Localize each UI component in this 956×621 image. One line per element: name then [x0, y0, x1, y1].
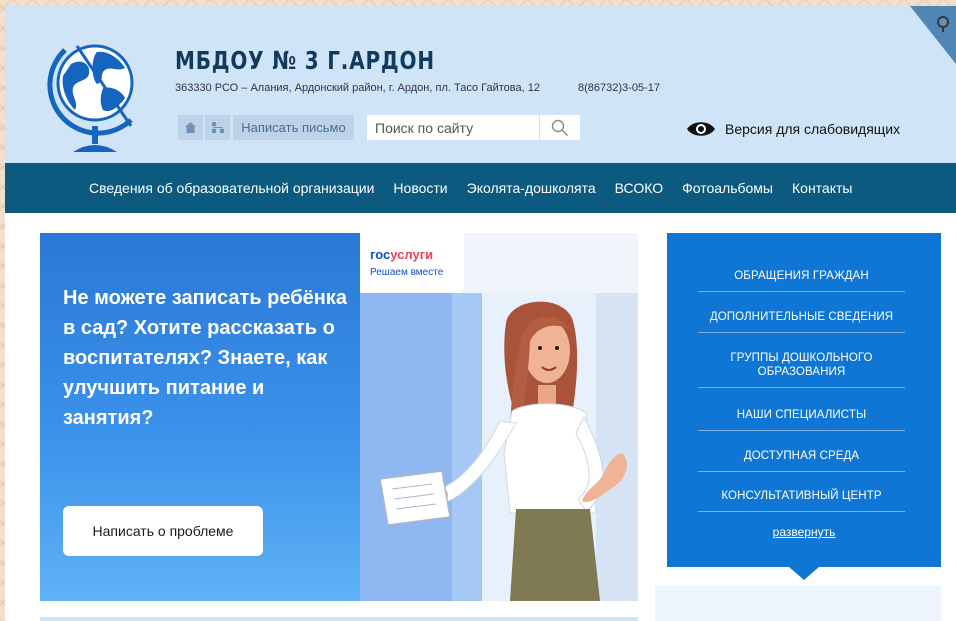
gosuslugi-logo-part2: услуги — [390, 247, 434, 262]
globe-logo-icon — [47, 44, 134, 152]
nav-item-ecology[interactable]: Эколята-дошколята — [467, 180, 596, 196]
gosuslugi-logo: госуслуги — [370, 247, 433, 262]
sidebar-item-groups[interactable]: Группы дошкольного образования — [698, 351, 905, 388]
main-nav: Сведения об образовательной организации … — [5, 163, 956, 213]
lower-widget — [655, 586, 941, 621]
site-container: МБДОУ № 3 Г.АРДОН 363330 РСО – Алания, А… — [5, 6, 956, 621]
site-header: МБДОУ № 3 Г.АРДОН 363330 РСО – Алания, А… — [5, 6, 956, 163]
write-letter-button[interactable]: Написать письмо — [233, 115, 354, 140]
accessibility-toggle[interactable]: Версия для слабовидящих — [686, 120, 900, 138]
search-icon — [551, 119, 568, 136]
phone-text: 8(86732)3-05-17 — [578, 82, 660, 94]
gosuslugi-banner[interactable]: Не можете записать ребёнка в сад? Хотите… — [40, 233, 638, 601]
quick-links-sidebar: Обращения граждан Дополнительные сведени… — [667, 233, 941, 567]
eye-icon — [687, 122, 715, 136]
site-title: МБДОУ № 3 Г.АРДОН — [175, 46, 435, 75]
address-text: 363330 РСО – Алания, Ардонский район, г.… — [175, 82, 540, 94]
woman-illustration — [360, 293, 638, 601]
nav-item-news[interactable]: Новости — [393, 180, 447, 196]
accessibility-label: Версия для слабовидящих — [725, 121, 901, 137]
sidebar-item-additional[interactable]: Дополнительные сведения — [698, 310, 905, 333]
home-icon — [185, 122, 196, 133]
search-input[interactable] — [367, 115, 539, 140]
gosuslugi-tagline: Решаем вместе — [370, 267, 444, 278]
gosuslugi-logo-box: госуслуги Решаем вместе — [360, 233, 464, 293]
search-button[interactable] — [539, 115, 580, 140]
report-problem-button[interactable]: Написать о проблеме — [63, 506, 263, 556]
nav-item-info[interactable]: Сведения об образовательной организации — [89, 180, 374, 196]
lower-banner-strip — [40, 617, 638, 621]
sidebar-item-accessibility[interactable]: Доступная среда — [698, 449, 905, 472]
sidebar-item-consulting[interactable]: Консультативный центр — [698, 489, 905, 512]
nav-item-photos[interactable]: Фотоальбомы — [682, 180, 773, 196]
banner-headline: Не можете записать ребёнка в сад? Хотите… — [63, 287, 347, 429]
banner-text-panel: Не можете записать ребёнка в сад? Хотите… — [40, 233, 360, 601]
sidebar-item-specialists[interactable]: Наши специалисты — [698, 408, 905, 431]
sitemap-icon — [211, 122, 224, 133]
home-button[interactable] — [178, 115, 203, 140]
gosuslugi-logo-part1: гос — [370, 247, 391, 262]
sidebar-item-appeals[interactable]: Обращения граждан — [698, 269, 905, 292]
nav-item-contacts[interactable]: Контакты — [792, 180, 852, 196]
sidebar-arrow — [789, 567, 819, 580]
expand-link[interactable]: развернуть — [667, 525, 941, 539]
sitemap-button[interactable] — [205, 115, 230, 140]
globe-corner-icon[interactable] — [910, 6, 956, 64]
nav-item-vsoko[interactable]: ВСОКО — [615, 180, 663, 196]
